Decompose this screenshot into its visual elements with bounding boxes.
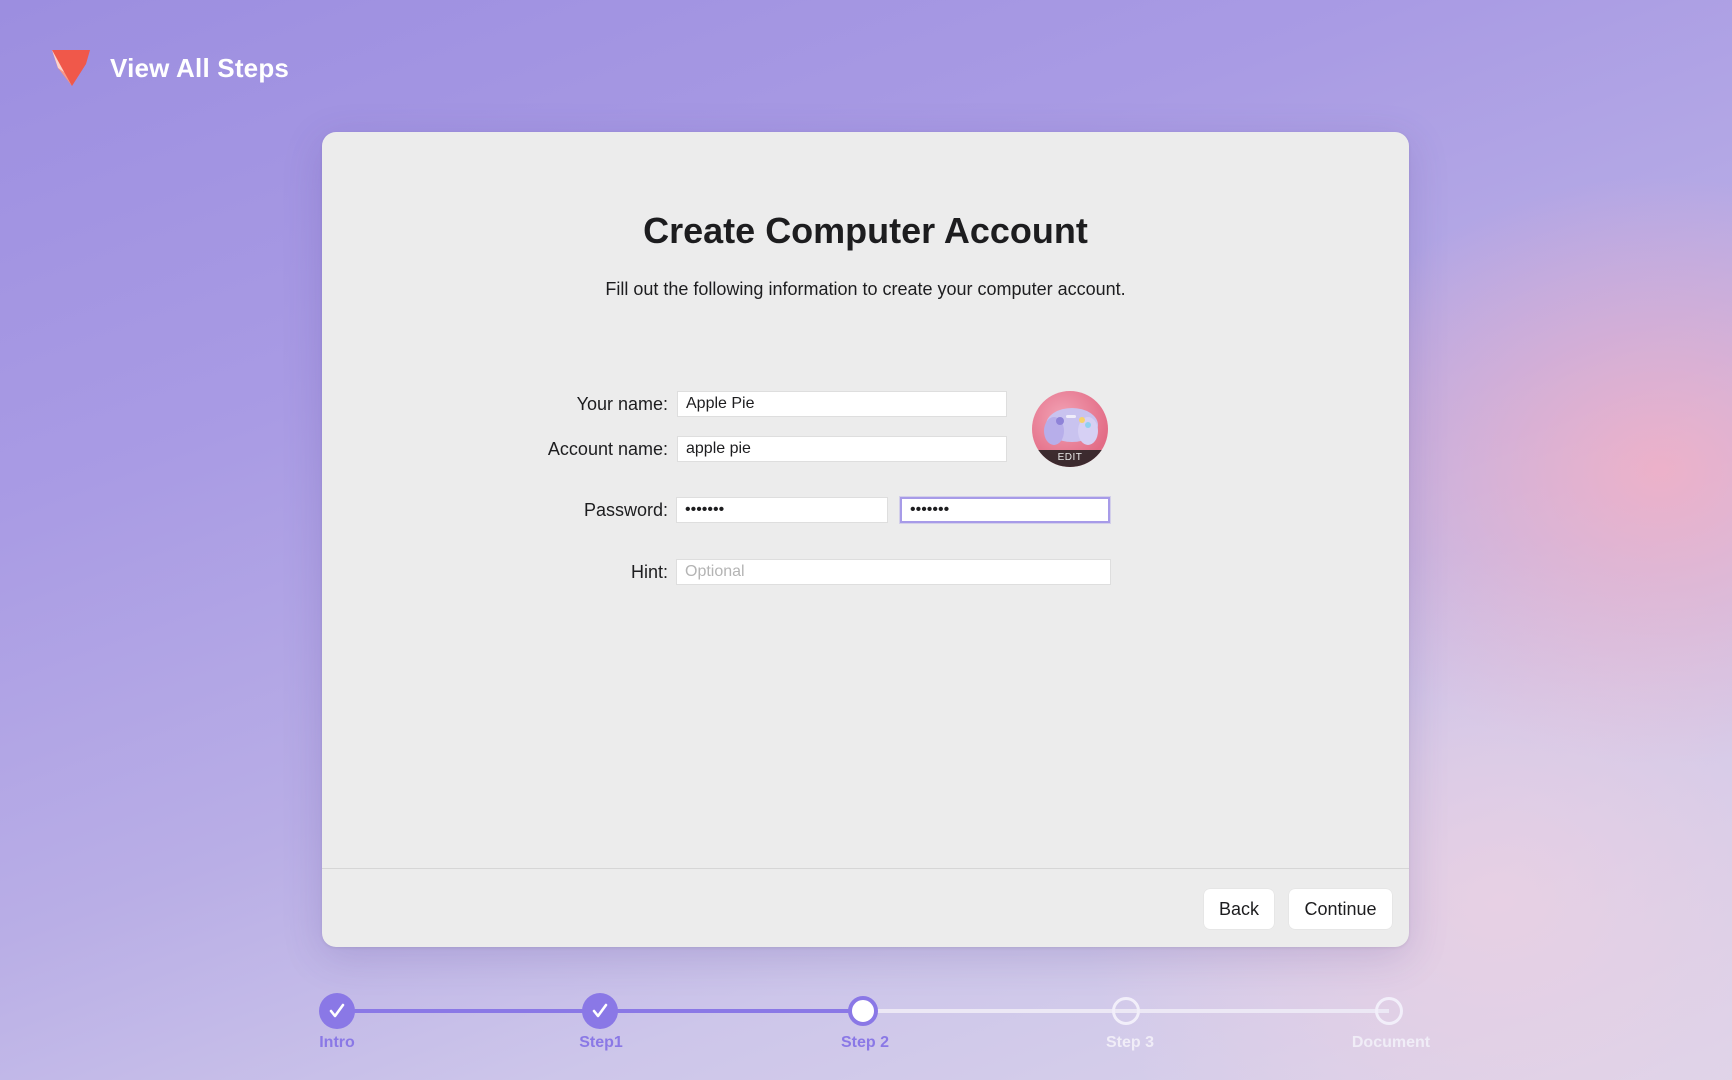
stepper-connector (601, 1009, 865, 1013)
password-input[interactable] (676, 497, 888, 523)
back-button[interactable]: Back (1204, 889, 1274, 929)
verify-password-input[interactable] (900, 497, 1110, 523)
your-name-label: Your name: (576, 394, 668, 414)
continue-button[interactable]: Continue (1289, 889, 1392, 929)
your-name-input[interactable] (677, 391, 1007, 417)
step-label-step3[interactable]: Step 3 (1060, 1034, 1200, 1052)
stepper-connector (1129, 1009, 1389, 1013)
step-3-node[interactable] (1112, 997, 1140, 1025)
checkmark-icon (592, 1003, 608, 1018)
view-all-steps-link[interactable]: View All Steps (110, 53, 289, 84)
avatar-edit-label[interactable]: EDIT (1032, 450, 1108, 467)
hint-label: Hint: (630, 562, 668, 582)
step-label-step1[interactable]: Step1 (531, 1034, 671, 1052)
step-label-intro[interactable]: Intro (267, 1034, 407, 1052)
step-label-step2[interactable]: Step 2 (795, 1034, 935, 1052)
stepper-connector (865, 1009, 1129, 1013)
create-account-dialog: Create Computer Account Fill out the fol… (322, 132, 1409, 947)
step-document-node[interactable] (1375, 997, 1403, 1025)
step-intro-node[interactable] (319, 993, 355, 1029)
account-name-input[interactable] (677, 436, 1007, 462)
step-2-node[interactable] (848, 996, 878, 1026)
footer-divider (322, 868, 1409, 869)
user-avatar[interactable]: EDIT (1032, 391, 1108, 467)
dialog-title: Create Computer Account (643, 210, 1088, 251)
dialog-subtitle: Fill out the following information to cr… (605, 279, 1126, 299)
stepper-connector (337, 1009, 601, 1013)
brand-header[interactable]: View All Steps (50, 46, 289, 90)
hint-input[interactable] (676, 559, 1111, 585)
password-label: Password: (583, 500, 668, 520)
step-label-document[interactable]: Document (1321, 1034, 1461, 1052)
folded-ribbon-logo-icon (52, 50, 90, 86)
step-1-node[interactable] (582, 993, 618, 1029)
account-name-label: Account name: (547, 439, 668, 459)
checkmark-icon (329, 1003, 345, 1018)
